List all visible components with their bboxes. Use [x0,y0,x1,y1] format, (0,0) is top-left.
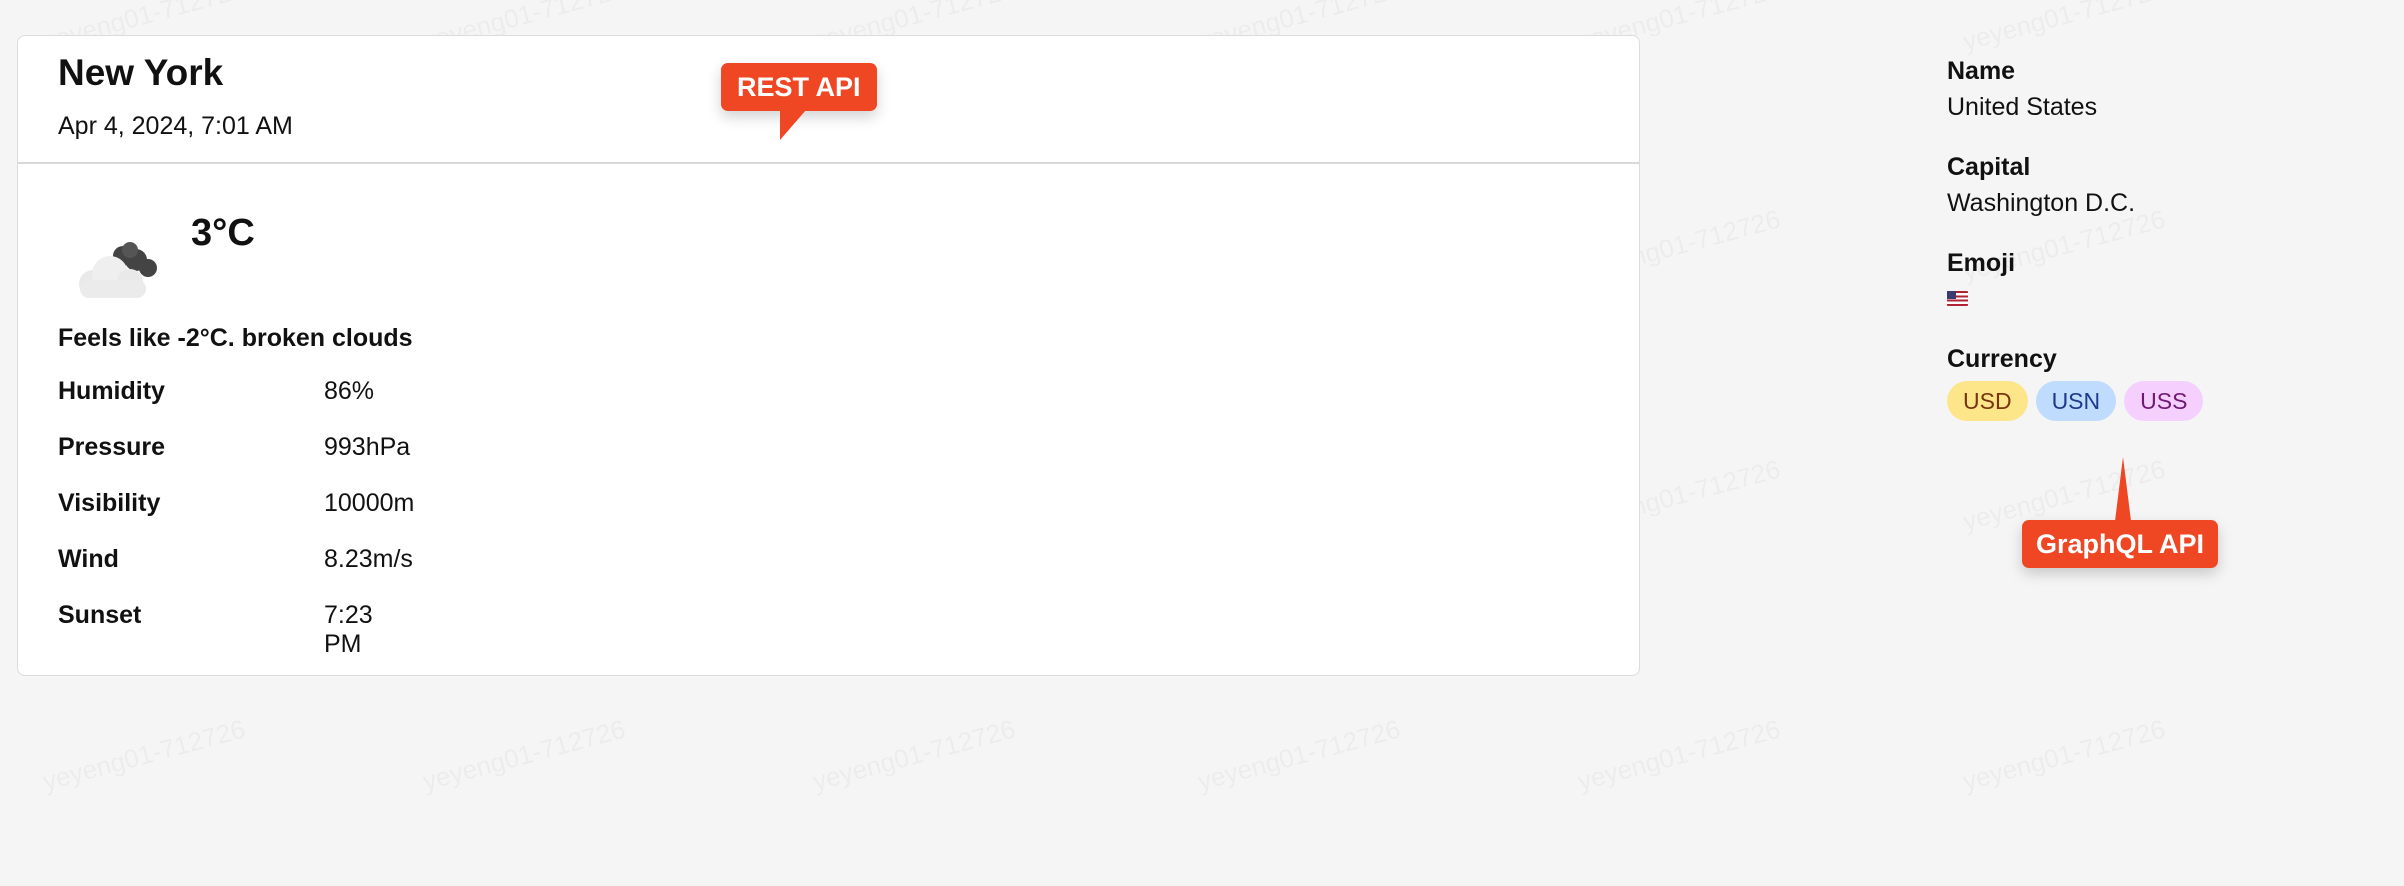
country-emoji-field: Emoji [1947,247,2203,319]
watermark: yeyeng01-712726 [1960,714,2169,798]
watermark: yeyeng01-712726 [1195,714,1404,798]
stat-label: Wind [58,545,119,573]
temperature: 3°C [191,212,255,254]
currency-badge-usd: USD [1947,381,2028,421]
feels-like-description: Feels like -2°C. broken clouds [58,324,413,352]
currency-badges: USD USN USS [1947,381,2204,421]
field-label: Capital [1947,153,2031,181]
watermark: yeyeng01-712726 [1960,0,2169,57]
stat-value: 8.23m/s [324,545,413,573]
rest-api-callout: REST API [721,63,877,140]
stat-value: 86% [324,377,375,405]
stat-value: 10000m [324,489,415,517]
emoji-container [1947,279,2203,319]
watermark: yeyeng01-712726 [1575,714,1784,798]
graphql-api-callout: GraphQL API [2022,457,2219,568]
us-flag-icon [1947,291,1968,306]
weather-datetime: Apr 4, 2024, 7:01 AM [58,112,293,140]
field-label: Name [1947,57,2016,85]
stat-label: Humidity [58,377,165,405]
currency-badge-uss: USS [2124,381,2204,421]
country-name-field: Name United States [1947,55,2203,127]
field-label: Emoji [1947,249,2016,277]
country-panel: Name United States Capital Washington D.… [1947,55,2204,445]
watermark: yeyeng01-712726 [810,714,1019,798]
stat-label: Visibility [58,489,161,517]
country-name: United States [1947,93,2098,121]
country-currency-field: Currency USD USN USS [1947,343,2204,421]
flag-canton [1947,291,1956,299]
country-capital-field: Capital Washington D.C. [1947,151,2203,223]
stat-value: 7:23 PM [324,601,373,658]
field-label: Currency [1947,345,2057,373]
currency-badge-usn: USN [2035,381,2117,421]
watermark: yeyeng01-712726 [420,714,629,798]
country-capital: Washington D.C. [1947,189,2136,217]
stat-label: Sunset [58,601,142,629]
weather-card: New York Apr 4, 2024, 7:01 AM 3°C Feels … [17,35,1640,676]
stat-label: Pressure [58,433,166,461]
watermark: yeyeng01-712726 [40,714,249,798]
broken-clouds-icon [79,242,157,298]
stat-value: 993hPa [324,433,411,461]
city-name: New York [58,52,224,93]
